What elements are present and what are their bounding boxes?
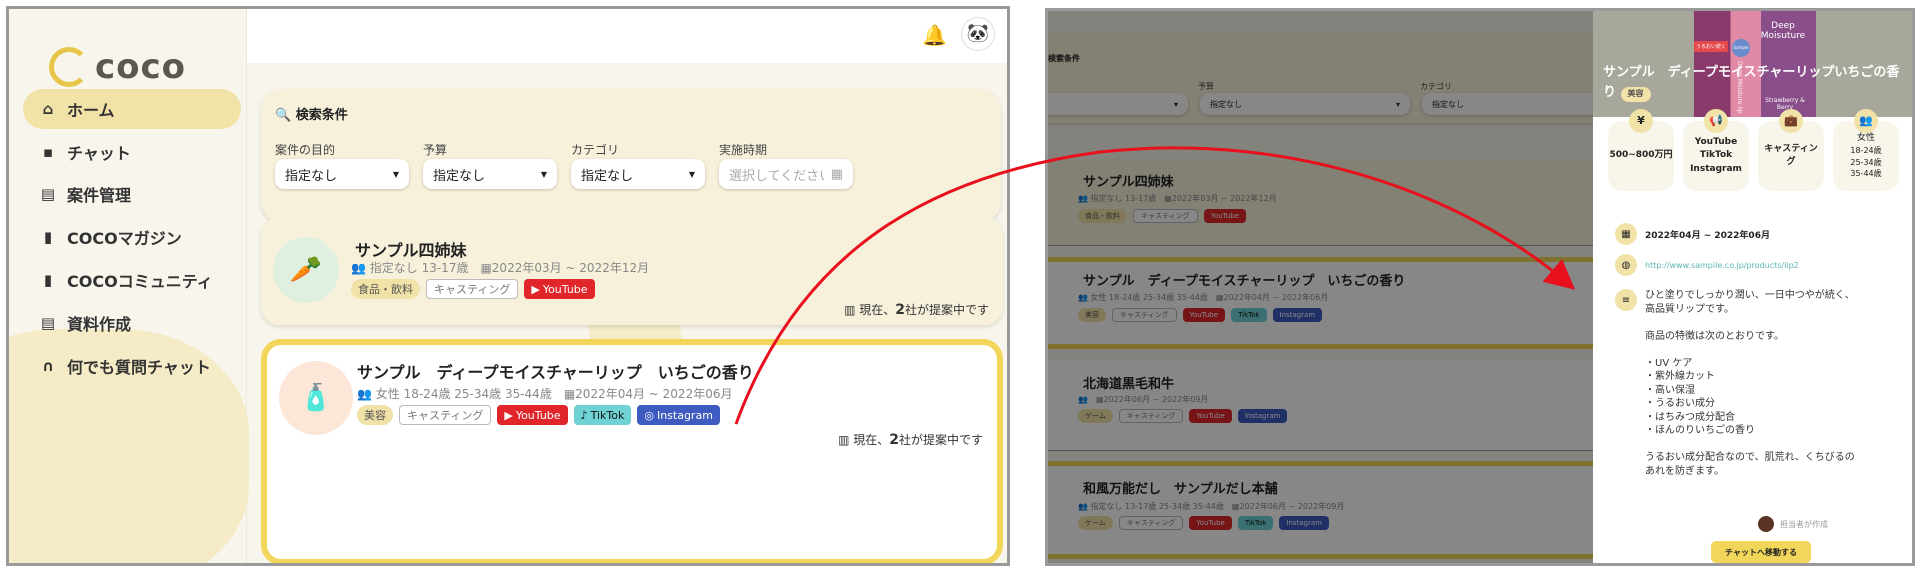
- annotation-arrow: [734, 146, 1576, 425]
- arrow-path: [734, 146, 1576, 425]
